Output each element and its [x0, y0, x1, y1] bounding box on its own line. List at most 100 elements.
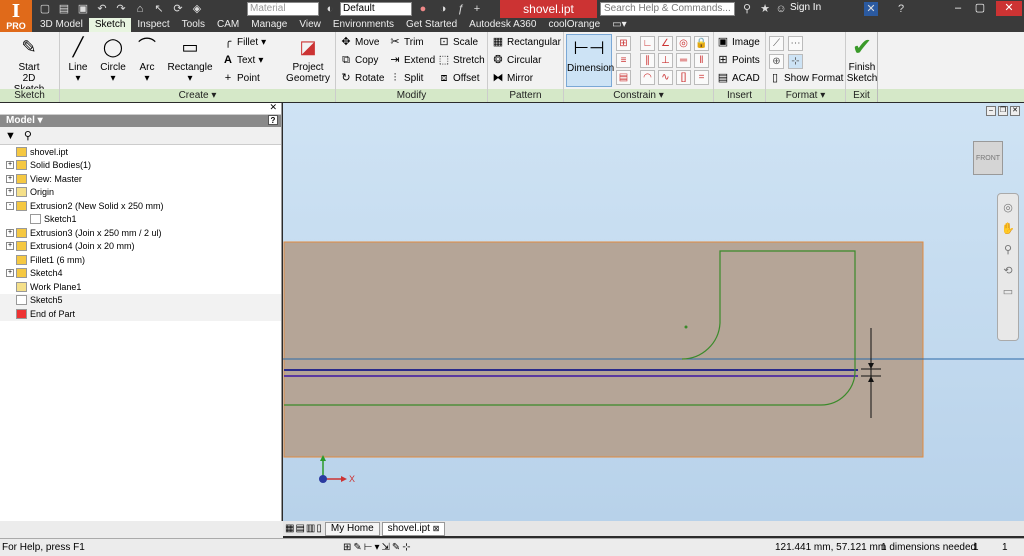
points-button[interactable]: ⊞ Points	[717, 54, 759, 66]
offset-button[interactable]: ⧈ Offset	[438, 72, 480, 84]
panel-footer-format[interactable]: Format ▾	[766, 89, 845, 102]
construction-icon[interactable]: ⟋	[769, 36, 784, 51]
user-icon[interactable]: ☺	[774, 2, 788, 16]
expand-toggle[interactable]: +	[6, 161, 14, 170]
image-button[interactable]: ▣ Image	[717, 36, 760, 48]
relax-mode-icon[interactable]: ▤	[616, 70, 631, 85]
text-button[interactable]: A Text ▾	[222, 54, 263, 66]
auto-dimension-icon[interactable]: ⊞	[616, 36, 631, 51]
tab-cam[interactable]: CAM	[211, 18, 245, 32]
expand-toggle[interactable]: -	[6, 201, 14, 210]
material-select[interactable]: Material	[247, 2, 319, 16]
expand-toggle[interactable]	[6, 283, 14, 291]
expand-toggle[interactable]	[6, 256, 14, 264]
move-button[interactable]: ✥ Move	[340, 36, 379, 48]
driven-dimension-icon[interactable]: ⊹	[788, 54, 803, 69]
symmetric-icon[interactable]: []	[676, 70, 691, 85]
vertical-icon[interactable]: ‖	[694, 53, 709, 68]
tab-sketch[interactable]: Sketch	[88, 18, 132, 32]
tab-view[interactable]: View	[293, 18, 327, 32]
finish-sketch-button[interactable]: ✔ Finish Sketch	[846, 34, 878, 84]
app-logo[interactable]: I PRO	[0, 0, 32, 32]
perpendicular-icon[interactable]: ⊥	[658, 53, 673, 68]
expand-toggle[interactable]	[20, 215, 28, 223]
tree-item[interactable]: Work Plane1	[0, 280, 281, 294]
tree-item[interactable]: + Sketch4	[0, 267, 281, 281]
tab-overflow[interactable]: ▭▾	[606, 18, 632, 32]
tab-inspect[interactable]: Inspect	[131, 18, 175, 32]
concentric-icon[interactable]: ◎	[676, 36, 691, 51]
tab-shovel-ipt[interactable]: shovel.ipt ⊠	[381, 521, 446, 536]
minimize-button[interactable]: –	[950, 1, 966, 16]
copy-button[interactable]: ⧉ Copy	[340, 54, 378, 66]
circle-button[interactable]: ◯ Circle ▾	[96, 34, 130, 85]
undo-icon[interactable]: ↶	[95, 2, 109, 16]
open-icon[interactable]: ▤	[57, 2, 71, 16]
binoculars-icon[interactable]: ⚲	[740, 2, 754, 16]
zoom-icon[interactable]: ⚲	[1001, 243, 1015, 257]
rectangular-pattern-button[interactable]: ▦ Rectangular	[492, 36, 561, 48]
tree-item[interactable]: End of Part	[0, 307, 281, 321]
save-icon[interactable]: ▣	[76, 2, 90, 16]
expand-toggle[interactable]: +	[6, 188, 14, 197]
extend-button[interactable]: ⇥ Extend	[389, 54, 435, 66]
filter-icon[interactable]: ▼	[5, 130, 16, 142]
trim-button[interactable]: ✂ Trim	[389, 36, 423, 48]
acad-button[interactable]: ▤ ACAD	[717, 72, 760, 84]
tree-item[interactable]: - Extrusion2 (New Solid x 250 mm)	[0, 199, 281, 213]
mirror-button[interactable]: ⧓ Mirror	[492, 72, 534, 84]
fillet-button[interactable]: ╭ Fillet ▾	[222, 36, 266, 48]
stretch-button[interactable]: ⬚ Stretch	[438, 54, 485, 66]
tile-layout-icons[interactable]: ▦▤▥▯	[285, 523, 323, 534]
new-icon[interactable]: ▢	[38, 2, 52, 16]
expand-toggle[interactable]	[6, 310, 14, 318]
show-format-button[interactable]: ▯ Show Format	[769, 72, 844, 84]
browser-help-icon[interactable]: ?	[268, 115, 278, 125]
fx-icon[interactable]: ƒ	[454, 2, 468, 16]
tree-item[interactable]: + Origin	[0, 186, 281, 200]
browser-close-icon[interactable]: ✕	[269, 102, 277, 113]
appearance-select[interactable]: Default	[340, 2, 412, 16]
tab-get-started[interactable]: Get Started	[400, 18, 463, 32]
expand-toggle[interactable]	[6, 148, 14, 156]
point-button[interactable]: + Point	[222, 72, 260, 84]
tab-environments[interactable]: Environments	[327, 18, 400, 32]
panel-footer-create[interactable]: Create ▾	[60, 89, 335, 102]
tree-item[interactable]: Sketch1	[0, 213, 281, 227]
scale-button[interactable]: ⊡ Scale	[438, 36, 478, 48]
exchange-icon[interactable]: ✕	[864, 2, 878, 16]
smooth-icon[interactable]: ∿	[658, 70, 673, 85]
tree-item[interactable]: + View: Master	[0, 172, 281, 186]
coincident-icon[interactable]: ∟	[640, 36, 655, 51]
sketch-canvas[interactable]: X	[283, 103, 1024, 521]
tree-item[interactable]: + Extrusion4 (Join x 20 mm)	[0, 240, 281, 254]
adjust-icon[interactable]: ●	[416, 2, 430, 16]
tab-manage[interactable]: Manage	[245, 18, 293, 32]
measure-icon[interactable]: ◈	[190, 2, 204, 16]
pan-icon[interactable]: ✋	[1001, 222, 1015, 236]
appearance-icon[interactable]: ◐	[323, 2, 337, 16]
rectangle-button[interactable]: ▭ Rectangle ▾	[166, 34, 214, 85]
centerline-icon[interactable]: ⋯	[788, 36, 803, 51]
expand-toggle[interactable]: +	[6, 242, 14, 251]
tree-item[interactable]: Sketch5	[0, 293, 281, 307]
center-point-icon[interactable]: ⊕	[769, 54, 784, 69]
home-icon[interactable]: ⌂	[133, 2, 147, 16]
tab-my-home[interactable]: My Home	[324, 521, 380, 536]
line-button[interactable]: ╱ Line ▾	[62, 34, 94, 85]
viewcube[interactable]: FRONT	[973, 141, 1003, 175]
orbit-icon[interactable]: ⟲	[1001, 264, 1015, 278]
dimension-button[interactable]: ⊢⊣ Dimension	[566, 34, 614, 87]
help-icon[interactable]: ?	[894, 2, 908, 16]
select-icon[interactable]: ↖	[152, 2, 166, 16]
graphics-viewport[interactable]: – ❐ ✕ X FRONT ◎ ✋ ⚲ ⟲ ▭	[283, 103, 1024, 521]
tab-coolorange[interactable]: coolOrange	[542, 18, 606, 32]
tangent-icon[interactable]: ◠	[640, 70, 655, 85]
horizontal-icon[interactable]: ═	[676, 53, 691, 68]
equal-icon[interactable]: =	[694, 70, 709, 85]
tree-item[interactable]: + Solid Bodies(1)	[0, 159, 281, 173]
plus-icon[interactable]: +	[470, 2, 484, 16]
snap-tools-icons[interactable]: ⊞✎⊢▾⇲✎⊹	[343, 539, 413, 556]
start-2d-sketch-button[interactable]: ✎ Start 2D Sketch	[6, 34, 52, 96]
clear-icon[interactable]: ◑	[436, 2, 450, 16]
